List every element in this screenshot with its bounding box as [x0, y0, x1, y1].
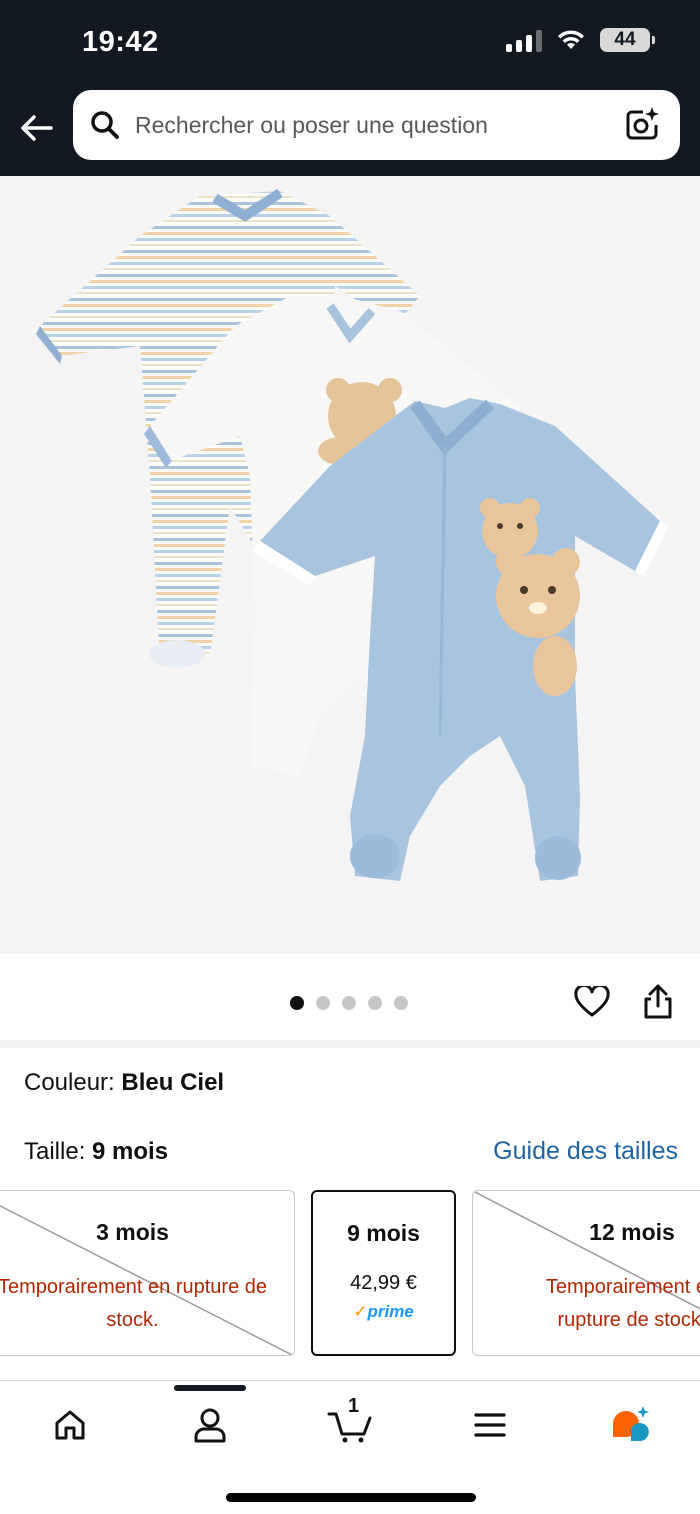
product-page: 19:42 44 Rechercher ou poser une questio…: [0, 0, 700, 1514]
status-time: 19:42: [82, 26, 159, 58]
heart-icon: [574, 986, 610, 1017]
active-tab-indicator: [174, 1385, 246, 1391]
cellular-signal-icon: [506, 28, 542, 52]
size-option-label: 3 mois: [96, 1219, 169, 1245]
share-icon: [644, 984, 672, 1019]
nav-rufus[interactable]: [600, 1401, 660, 1449]
search-bar[interactable]: [73, 90, 680, 160]
add-to-wishlist-button[interactable]: [572, 982, 612, 1022]
cart-count-badge: 1: [348, 1395, 360, 1417]
size-guide-link[interactable]: Guide des tailles: [493, 1137, 678, 1166]
size-option-price: 42,99 €: [350, 1272, 417, 1294]
size-selection: Taille: 9 mois: [24, 1138, 168, 1166]
home-indicator-bar: [226, 1493, 476, 1502]
size-option-9-mois[interactable]: 9 mois 42,99 € ✓prime: [311, 1190, 456, 1356]
home-icon: [55, 1410, 85, 1440]
size-option-label: 9 mois: [347, 1220, 420, 1246]
nav-account[interactable]: [180, 1401, 240, 1449]
search-input[interactable]: [135, 111, 595, 139]
top-header: 19:42 44: [0, 0, 700, 176]
camera-search-button[interactable]: [622, 104, 662, 144]
carousel-dot[interactable]: [290, 996, 304, 1010]
baby-sleepsuits-image: [36, 188, 668, 881]
size-option-status: Temporairement en rupture de stock.: [545, 1276, 700, 1331]
carousel-dot[interactable]: [342, 996, 356, 1010]
size-option-label: 12 mois: [589, 1219, 675, 1245]
status-icons: 44: [506, 28, 655, 52]
size-option-3-mois[interactable]: 3 mois Temporairement en rupture de stoc…: [0, 1190, 295, 1356]
carousel-dots: [290, 996, 408, 1010]
rufus-assistant-icon: [613, 1406, 649, 1441]
color-label: Couleur:: [24, 1069, 115, 1096]
color-value: Bleu Ciel: [121, 1069, 225, 1096]
account-icon: [194, 1408, 226, 1443]
back-arrow-icon: [21, 115, 53, 141]
product-image[interactable]: [0, 176, 700, 954]
bottom-navigation: 1: [0, 1380, 700, 1514]
size-options: 3 mois Temporairement en rupture de stoc…: [0, 1190, 700, 1356]
battery-indicator: 44: [600, 28, 655, 52]
size-label: Taille:: [24, 1138, 86, 1165]
share-button[interactable]: [638, 982, 678, 1022]
prime-badge: ✓prime: [353, 1302, 414, 1321]
nav-home[interactable]: [40, 1401, 100, 1449]
carousel-dot[interactable]: [316, 996, 330, 1010]
size-value: 9 mois: [92, 1138, 169, 1165]
size-option-status: Temporairement en rupture de stock.: [0, 1276, 268, 1331]
search-icon: [89, 109, 121, 141]
color-selection: Couleur: Bleu Ciel: [24, 1069, 224, 1097]
carousel-dot[interactable]: [394, 996, 408, 1010]
image-carousel-controls: [0, 954, 700, 1040]
carousel-dot[interactable]: [368, 996, 382, 1010]
wifi-icon: [558, 30, 584, 49]
back-button[interactable]: [16, 108, 56, 148]
menu-icon: [474, 1413, 506, 1437]
size-option-12-mois[interactable]: 12 mois Temporairement en rupture de sto…: [472, 1190, 700, 1356]
nav-menu[interactable]: [460, 1401, 520, 1449]
prime-check-icon: ✓: [353, 1302, 368, 1321]
section-divider: [0, 1040, 700, 1048]
camera-sparkle-icon: [626, 107, 659, 140]
